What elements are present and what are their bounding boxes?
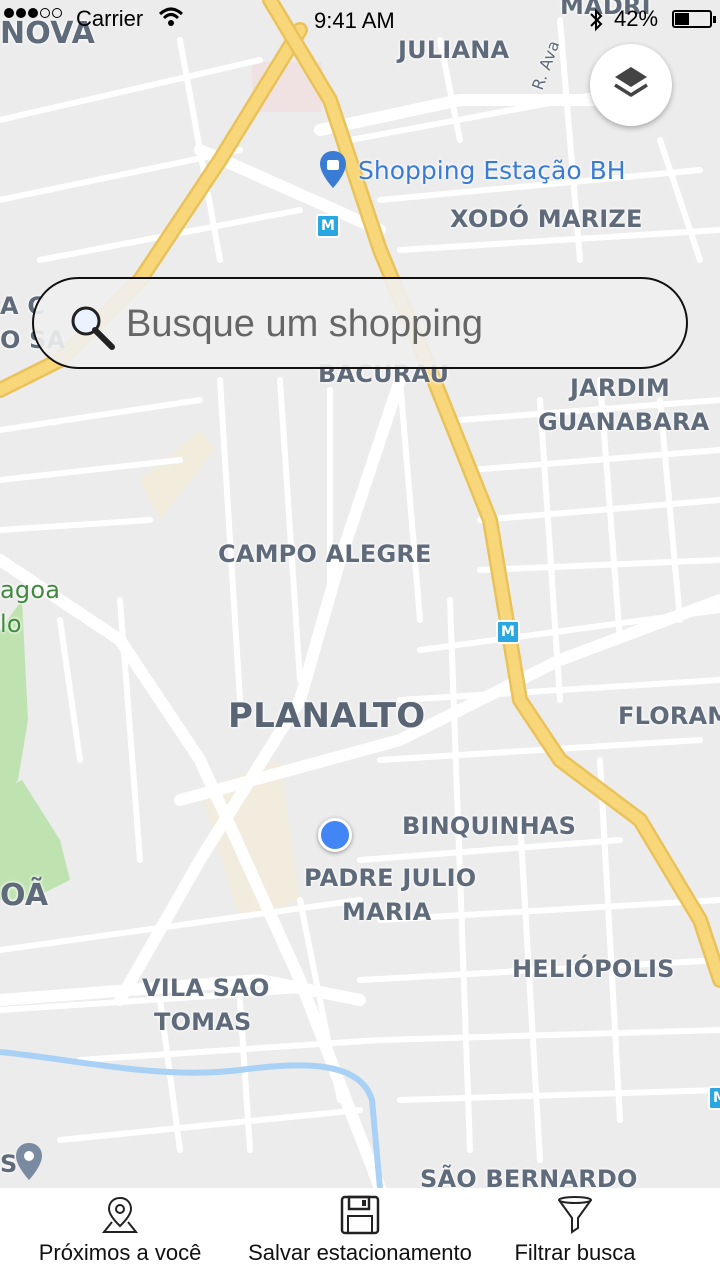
battery-icon xyxy=(672,10,716,28)
tab-label: Próximos a você xyxy=(38,1240,202,1265)
map-pin-icon xyxy=(100,1194,140,1236)
floppy-disk-icon xyxy=(340,1194,380,1236)
search-bar[interactable] xyxy=(32,277,688,369)
map-pin-icon[interactable] xyxy=(318,150,348,190)
bluetooth-icon xyxy=(588,8,604,38)
user-location-dot xyxy=(318,818,352,852)
map-label-jardim: JARDIM xyxy=(570,374,670,402)
signal-dot xyxy=(52,8,62,18)
map-pin-icon[interactable] xyxy=(14,1142,44,1182)
signal-dot xyxy=(40,8,50,18)
tab-label: Filtrar busca xyxy=(514,1240,636,1265)
wifi-icon xyxy=(158,6,184,34)
map-label-campo-alegre: CAMPO ALEGRE xyxy=(218,540,432,568)
map-label-tomas: TOMAS xyxy=(154,1008,252,1036)
funnel-icon xyxy=(555,1194,595,1236)
map-label-maria: MARIA xyxy=(342,898,432,926)
battery-percent: 42% xyxy=(614,6,659,31)
status-bar: Carrier 9:41 AM 42% xyxy=(0,0,720,40)
map-label-floram: FLORAM xyxy=(618,702,720,730)
status-time: 9:41 AM xyxy=(314,8,395,33)
metro-station-icon[interactable]: M xyxy=(708,1086,720,1110)
map-label-agoa: agoa xyxy=(0,576,61,604)
signal-dot xyxy=(16,8,26,18)
map-layers-button[interactable] xyxy=(590,44,672,126)
map-label-vila-sao: VILA SAO xyxy=(142,974,270,1002)
map-label-binquinhas: BINQUINHAS xyxy=(402,812,577,840)
signal-dot xyxy=(4,8,14,18)
map-label-planalto: PLANALTO xyxy=(228,696,426,736)
map-label-oa: OÃ xyxy=(0,878,49,913)
signal-dot xyxy=(28,8,38,18)
map-label-padre-julio: PADRE JULIO xyxy=(304,864,477,892)
metro-station-icon[interactable]: M xyxy=(316,214,340,238)
tab-filter[interactable]: Filtrar busca xyxy=(500,1188,650,1280)
search-icon xyxy=(68,303,116,351)
signal-strength-indicator xyxy=(4,8,64,18)
tab-nearby[interactable]: Próximos a você xyxy=(20,1188,220,1280)
metro-station-icon[interactable]: M xyxy=(496,620,520,644)
search-input[interactable] xyxy=(124,295,668,353)
layers-icon xyxy=(611,63,651,108)
map-label-lo: lo xyxy=(0,610,22,638)
poi-label[interactable]: Shopping Estação BH xyxy=(358,156,626,185)
bottom-tab-bar: Próximos a você Salvar estacionamento Fi… xyxy=(0,1188,720,1280)
map-label-guanabara: GUANABARA xyxy=(538,408,710,436)
map-label-sao-bernardo: SÃO BERNARDO xyxy=(420,1165,638,1188)
map-label-heliopolis: HELIÓPOLIS xyxy=(512,955,675,983)
carrier-name: Carrier xyxy=(76,6,144,31)
map-label-juliana: JULIANA xyxy=(398,36,510,64)
map-label-xodo-marize: XODÓ MARIZE xyxy=(450,205,643,233)
tab-label: Salvar estacionamento xyxy=(248,1240,472,1265)
map-view[interactable]: NOVA MADRI JULIANA R. Ava XODÓ MARIZE A … xyxy=(0,0,720,1188)
tab-save-parking[interactable]: Salvar estacionamento xyxy=(234,1188,486,1280)
